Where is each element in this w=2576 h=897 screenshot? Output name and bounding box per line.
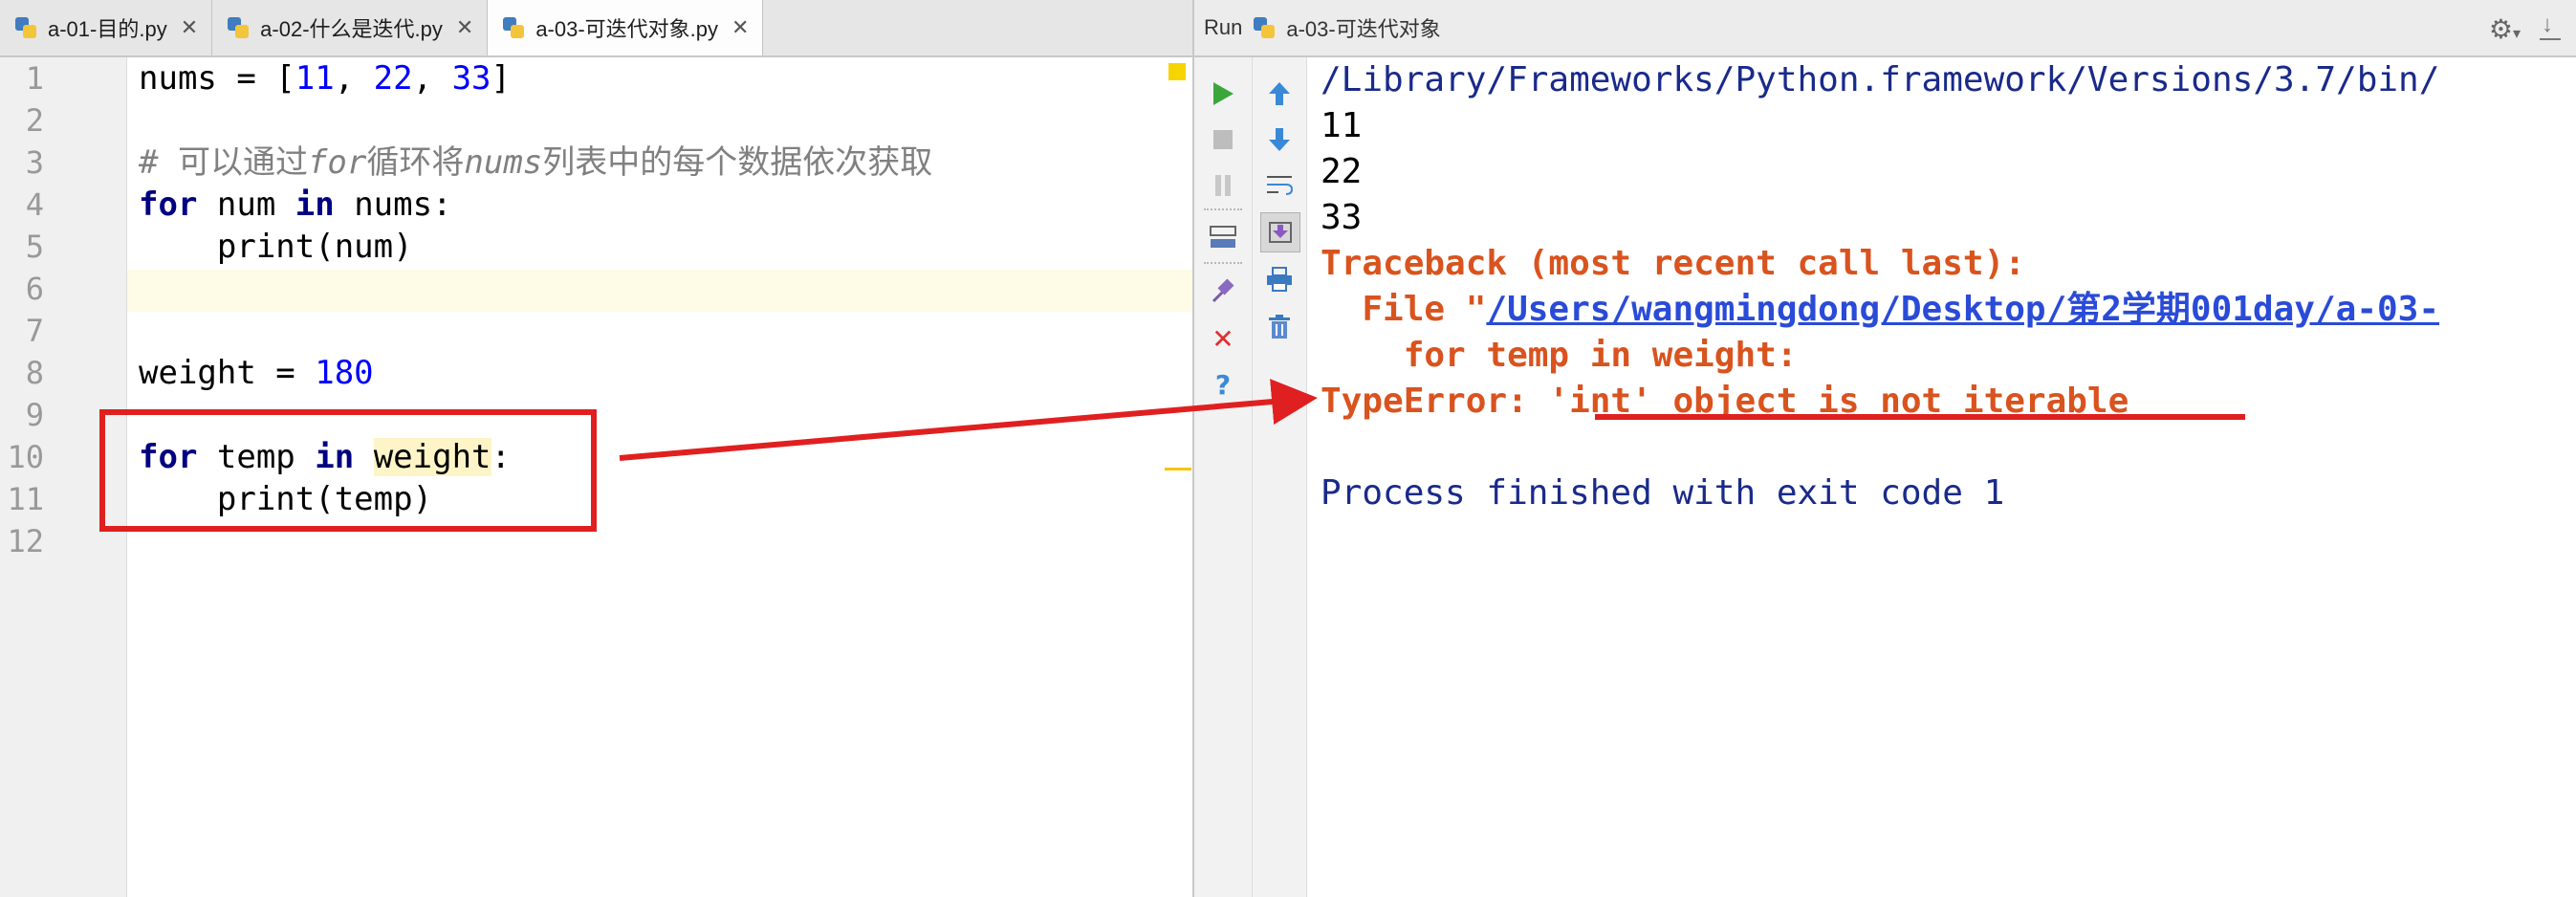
inspection-status-marker[interactable]	[1168, 63, 1186, 80]
line-number: 5	[25, 229, 44, 265]
run-toolbar-right	[1253, 57, 1307, 897]
print-icon[interactable]	[1260, 260, 1299, 298]
line-number: 9	[25, 397, 44, 433]
tab-label: a-03-可迭代对象.py	[535, 17, 719, 41]
line-number: 10	[7, 439, 44, 475]
trash-icon[interactable]	[1260, 308, 1299, 346]
pin-icon[interactable]	[1204, 272, 1242, 310]
hide-panel-icon[interactable]: ↓	[2538, 11, 2563, 40]
python-file-icon	[501, 15, 526, 40]
line-number: 2	[25, 102, 44, 139]
line-number: 8	[25, 355, 44, 391]
pause-icon[interactable]	[1204, 166, 1242, 205]
tab-a-02[interactable]: a-02-什么是迭代.py ✕	[212, 0, 489, 55]
run-toolbar-left: ✕ ?	[1194, 57, 1253, 897]
code-line-4: for num in nums:	[139, 186, 452, 224]
down-arrow-icon[interactable]	[1260, 120, 1299, 159]
tab-a-01[interactable]: a-01-目的.py ✕	[0, 0, 213, 55]
line-number: 7	[25, 313, 44, 349]
line-number: 3	[25, 144, 44, 181]
line-number: 11	[7, 481, 44, 517]
stop-icon[interactable]	[1204, 120, 1242, 159]
run-header: Run a-03-可迭代对象 ⚙▾ ↓	[1194, 0, 2576, 57]
console-output[interactable]: /Library/Frameworks/Python.framework/Ver…	[1307, 57, 2576, 897]
python-file-icon	[1252, 15, 1277, 40]
console-output-line: 11	[1321, 106, 1363, 145]
layout-icon[interactable]	[1204, 218, 1242, 256]
tab-label: a-02-什么是迭代.py	[260, 17, 443, 41]
process-exit-message: Process finished with exit code 1	[1321, 473, 2005, 513]
console-interpreter-path: /Library/Frameworks/Python.framework/Ver…	[1321, 60, 2440, 99]
help-icon[interactable]: ?	[1204, 365, 1242, 404]
run-tool-window: Run a-03-可迭代对象 ⚙▾ ↓ ✕ ? /Library/Framewo…	[1194, 0, 2576, 897]
run-icon[interactable]	[1204, 75, 1242, 113]
toolbar-separator	[1204, 262, 1242, 264]
console-output-line: 22	[1321, 152, 1363, 191]
line-number: 12	[7, 523, 44, 559]
console-output-line: 33	[1321, 198, 1363, 237]
scroll-to-end-icon[interactable]	[1260, 212, 1300, 252]
annotation-underline	[1595, 414, 2245, 420]
python-file-icon	[13, 15, 38, 40]
traceback-header: Traceback (most recent call last):	[1321, 244, 2025, 283]
line-number: 1	[25, 60, 44, 97]
close-icon[interactable]: ✕	[1204, 319, 1242, 358]
code-line-5: print(num)	[139, 228, 413, 266]
close-tab-icon[interactable]: ✕	[731, 15, 749, 40]
toolbar-separator	[1204, 208, 1242, 210]
soft-wrap-icon[interactable]	[1260, 166, 1299, 205]
close-tab-icon[interactable]: ✕	[181, 15, 198, 40]
close-tab-icon[interactable]: ✕	[456, 15, 473, 40]
traceback-source-line: for temp in weight:	[1321, 336, 1798, 375]
traceback-file-line: File "/Users/wangmingdong/Desktop/第2学期00…	[1321, 290, 2440, 329]
line-number: 6	[25, 271, 44, 307]
code-line-3-comment: # 可以通过for循环将nums列表中的每个数据依次获取	[139, 143, 933, 182]
traceback-file-link[interactable]: /Users/wangmingdong/Desktop/第2学期001day/a…	[1486, 290, 2439, 329]
line-number: 4	[25, 186, 44, 223]
run-config-name[interactable]: a-03-可迭代对象	[1286, 12, 1440, 43]
run-title: Run	[1204, 15, 1243, 39]
code-line-8: weight = 180	[139, 354, 374, 392]
warning-stripe-marker[interactable]	[1165, 468, 1191, 470]
code-line-1: nums = [11, 22, 33]	[139, 59, 512, 98]
annotation-highlight-box	[99, 409, 597, 532]
tab-label: a-01-目的.py	[48, 17, 167, 41]
tab-a-03[interactable]: a-03-可迭代对象.py ✕	[488, 0, 764, 55]
editor-tab-bar: a-01-目的.py ✕ a-02-什么是迭代.py ✕ a-03-可迭代对象.…	[0, 0, 1192, 57]
gear-icon[interactable]: ⚙▾	[2489, 13, 2521, 45]
up-arrow-icon[interactable]	[1260, 75, 1299, 113]
python-file-icon	[226, 15, 251, 40]
